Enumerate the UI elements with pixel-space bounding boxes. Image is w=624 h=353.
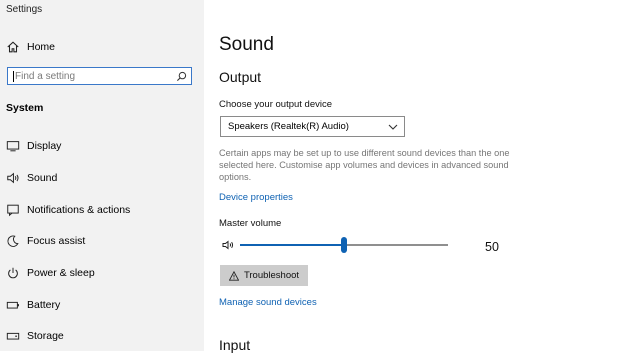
device-properties-link[interactable]: Device properties (219, 192, 293, 203)
main-content: Sound Output Choose your output device S… (204, 0, 624, 353)
warning-icon (228, 270, 239, 281)
master-volume-slider[interactable] (240, 237, 448, 253)
sidebar: Settings Home Find a setting System Disp… (0, 0, 204, 351)
output-device-label: Choose your output device (219, 99, 333, 110)
sidebar-item-label: Focus assist (27, 235, 86, 247)
text-caret (13, 70, 14, 82)
output-device-dropdown[interactable]: Speakers (Realtek(R) Audio) (220, 116, 405, 137)
app-title: Settings (6, 4, 43, 15)
troubleshoot-button[interactable]: Troubleshoot (220, 265, 308, 286)
sidebar-item-battery[interactable]: Battery (6, 296, 196, 314)
output-description: Certain apps may be set up to use differ… (219, 148, 510, 182)
master-volume-label: Master volume (219, 218, 282, 229)
page-title: Sound (219, 34, 274, 55)
chevron-down-icon (388, 124, 398, 130)
search-icon[interactable] (176, 71, 187, 82)
nav-home-label: Home (27, 41, 56, 53)
sidebar-item-display[interactable]: Display (6, 137, 196, 155)
power-icon (8, 267, 18, 279)
sidebar-item-focus-assist[interactable]: Focus assist (6, 232, 196, 250)
troubleshoot-label: Troubleshoot (243, 270, 300, 281)
volume-slider-thumb[interactable] (341, 237, 347, 253)
sidebar-item-label: Sound (27, 172, 58, 184)
speaker-icon[interactable] (222, 239, 234, 251)
output-heading: Output (219, 69, 262, 85)
nav-home[interactable]: Home (6, 38, 196, 56)
search-placeholder: Find a setting (15, 70, 76, 82)
moon-icon (7, 235, 19, 247)
sidebar-item-power-sleep[interactable]: Power & sleep (6, 264, 196, 282)
sidebar-item-notifications[interactable]: Notifications & actions (6, 201, 196, 219)
battery-icon (6, 301, 19, 309)
home-icon (7, 41, 19, 53)
section-label-system: System (6, 102, 44, 114)
manage-sound-devices-link[interactable]: Manage sound devices (219, 297, 317, 308)
sidebar-item-label: Storage (27, 330, 64, 342)
volume-slider-fill (240, 244, 344, 246)
sidebar-item-storage[interactable]: Storage (6, 327, 196, 345)
sidebar-item-sound[interactable]: Sound (6, 169, 196, 187)
speaker-icon (7, 172, 19, 184)
output-device-value: Speakers (Realtek(R) Audio) (228, 121, 349, 132)
monitor-icon (6, 141, 20, 152)
notification-icon (7, 204, 19, 217)
storage-icon (6, 332, 20, 340)
sidebar-item-label: Display (27, 140, 62, 152)
master-volume-value: 50 (485, 240, 499, 254)
search-input[interactable]: Find a setting (7, 67, 192, 85)
sidebar-item-label: Battery (27, 299, 61, 311)
sidebar-item-label: Power & sleep (27, 267, 95, 279)
sidebar-item-label: Notifications & actions (27, 204, 131, 216)
